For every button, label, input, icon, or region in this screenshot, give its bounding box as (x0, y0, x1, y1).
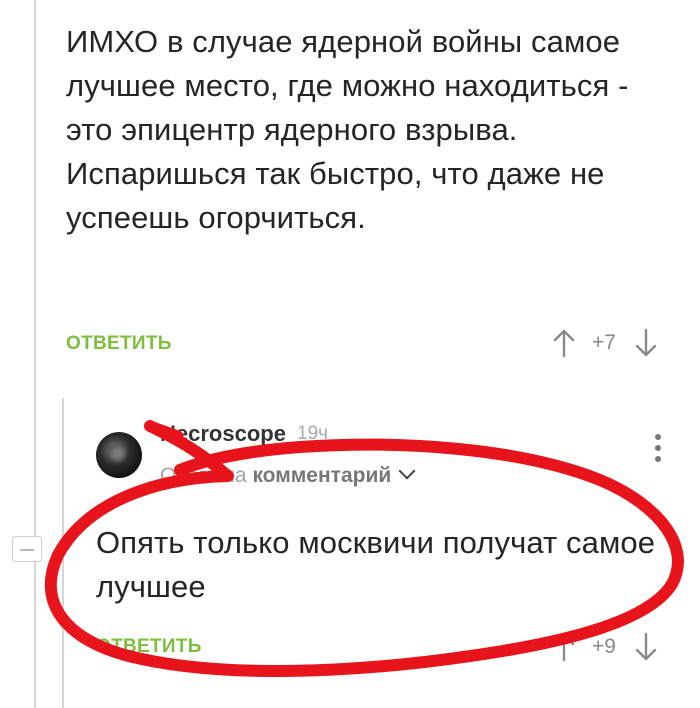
parent-rating: +7 (592, 331, 616, 354)
reply-reply-button[interactable]: ОТВЕТИТЬ (96, 636, 202, 658)
arrow-down-icon[interactable] (634, 328, 658, 358)
arrow-up-icon[interactable] (552, 328, 576, 358)
arrow-down-icon[interactable] (634, 632, 658, 662)
author-name[interactable]: Necroscope (160, 421, 286, 447)
collapse-thread-button[interactable] (12, 536, 42, 562)
thread-line-outer (34, 0, 36, 708)
reply-vote-controls: +9 (552, 632, 658, 662)
reply-to-link[interactable]: Ответ на комментарий (160, 462, 416, 488)
chevron-down-icon (398, 462, 416, 480)
thread-line-inner (62, 398, 64, 708)
arrow-up-icon[interactable] (552, 632, 576, 662)
parent-reply-button[interactable]: ОТВЕТИТЬ (66, 333, 172, 355)
avatar[interactable] (96, 432, 142, 478)
reply-to-target: комментарий (252, 464, 392, 487)
parent-vote-controls: +7 (552, 328, 658, 358)
reply-comment-text: Опять только москвичи получат самое лучш… (96, 525, 656, 604)
parent-comment-text: ИМХО в случае ядерной войны самое лучшее… (66, 24, 629, 235)
reply-rating: +9 (592, 635, 616, 658)
timestamp: 19ч (297, 423, 329, 444)
more-vertical-icon[interactable] (652, 434, 664, 470)
reply-to-prefix: Ответ на (160, 464, 247, 487)
